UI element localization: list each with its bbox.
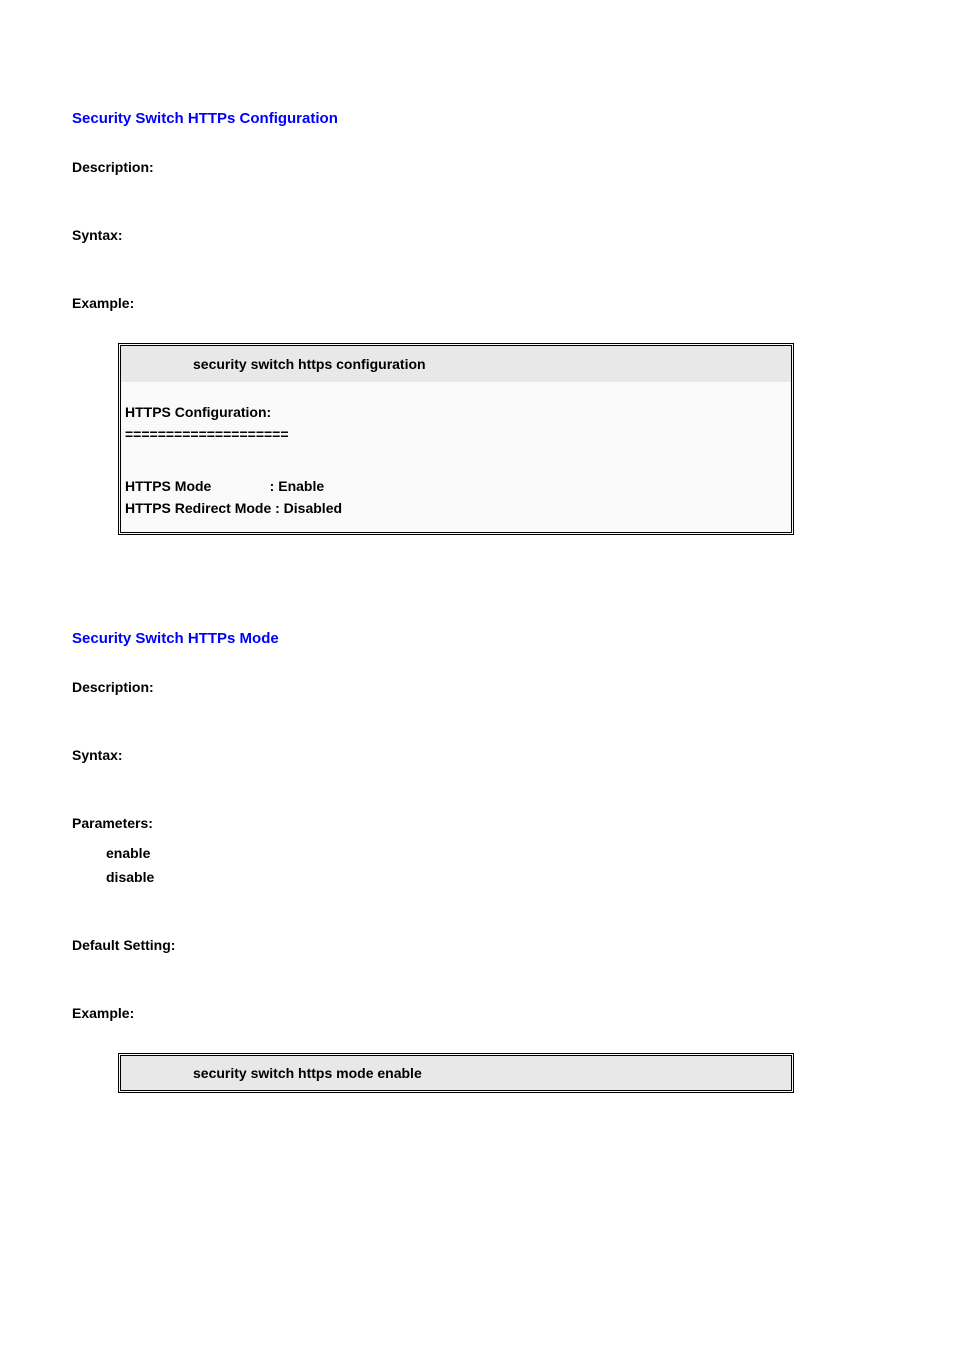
description-label: Description: [72, 159, 882, 175]
config-title-line: HTTPS Configuration: [125, 404, 787, 420]
code-header: security switch https configuration [121, 346, 791, 382]
syntax-label: Syntax: [72, 747, 882, 763]
https-mode-line: HTTPS Mode : Enable [125, 478, 787, 494]
parameters-label: Parameters: [72, 815, 882, 831]
code-header: security switch https mode enable [121, 1056, 791, 1090]
description-label: Description: [72, 679, 882, 695]
section-title: Security Switch HTTPs Configuration [72, 110, 882, 127]
https-redirect-line: HTTPS Redirect Mode : Disabled [125, 500, 787, 516]
default-setting-label: Default Setting: [72, 937, 882, 953]
section-separator [72, 535, 882, 630]
code-body: HTTPS Configuration: ===================… [121, 382, 791, 526]
separator-line: ==================== [125, 426, 787, 442]
syntax-label: Syntax: [72, 227, 882, 243]
code-box-configuration: security switch https configuration HTTP… [118, 343, 794, 535]
section-title: Security Switch HTTPs Mode [72, 630, 882, 647]
code-box-mode: security switch https mode enable [118, 1053, 794, 1093]
param-enable: enable [106, 845, 882, 861]
section-https-configuration: Security Switch HTTPs Configuration Desc… [72, 110, 882, 535]
example-label: Example: [72, 295, 882, 311]
example-label: Example: [72, 1005, 882, 1021]
section-https-mode: Security Switch HTTPs Mode Description: … [72, 630, 882, 1093]
param-disable: disable [106, 869, 882, 885]
parameters-list: enable disable [106, 845, 882, 885]
